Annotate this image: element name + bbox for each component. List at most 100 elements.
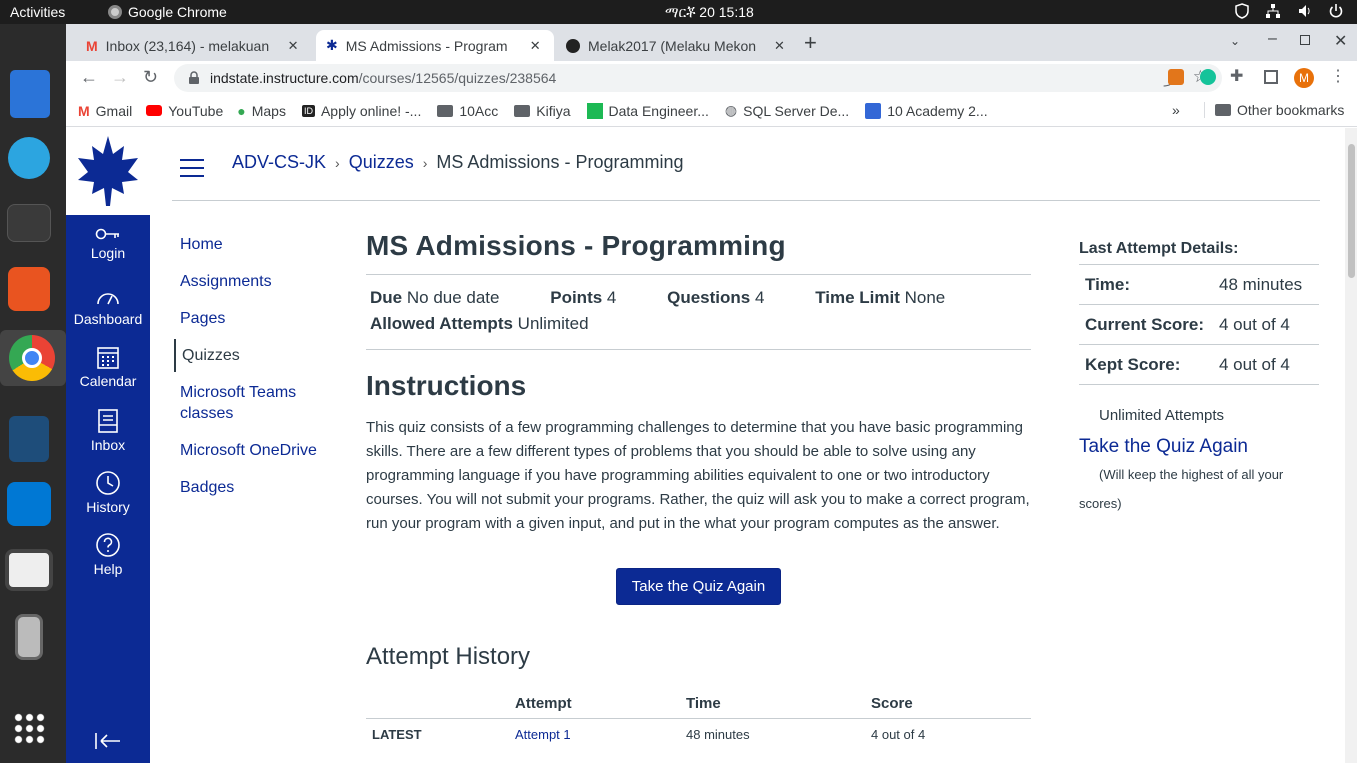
address-bar[interactable]: indstate.instructure.com/courses/12565/q… (174, 64, 1222, 92)
nav-label: Help (93, 561, 123, 577)
meta-value: None (904, 288, 946, 307)
nav-login[interactable]: Login (66, 226, 150, 261)
close-tab-icon[interactable]: ✕ (288, 38, 299, 54)
docs-app-icon[interactable] (10, 70, 50, 118)
extensions-icon[interactable]: ✚ (1230, 66, 1243, 86)
key-icon (95, 228, 119, 240)
course-nav-assignments[interactable]: Assignments (174, 265, 344, 298)
back-icon[interactable]: ← (80, 67, 98, 88)
breadcrumb-quizzes[interactable]: Quizzes (349, 152, 414, 173)
take-quiz-again-link[interactable]: Take the Quiz Again (1079, 436, 1319, 458)
bird-app-icon[interactable] (9, 416, 49, 462)
course-nav-pages[interactable]: Pages (174, 302, 344, 335)
tab-github[interactable]: Melak2017 (Melaku Mekon ✕ (556, 30, 795, 61)
collapse-nav-icon[interactable] (93, 731, 123, 751)
close-tab-icon[interactable]: ✕ (530, 38, 541, 54)
chrome-menu-icon[interactable]: ⋮ (1330, 66, 1346, 86)
bookmark-gmail[interactable]: M Gmail (78, 103, 132, 119)
nav-help[interactable]: Help (66, 532, 150, 577)
minimize-icon[interactable]: – (1268, 30, 1277, 48)
bookmark-data-engineer[interactable]: Data Engineer... (586, 102, 709, 119)
grammarly-icon[interactable] (1200, 69, 1216, 85)
course-nav-onedrive[interactable]: Microsoft OneDrive (174, 434, 344, 467)
calendar-icon (97, 347, 119, 369)
nav-calendar[interactable]: Calendar (66, 344, 150, 389)
side-panel-icon[interactable] (1264, 70, 1278, 84)
meta-label: Allowed Attempts (370, 314, 513, 333)
gmail-icon: M (78, 102, 90, 119)
attempt-link[interactable]: Attempt 1 (515, 719, 686, 742)
bookmarks-overflow-icon[interactable]: » (1172, 102, 1180, 118)
course-nav-quizzes[interactable]: Quizzes (174, 339, 344, 372)
dataengineer-icon (586, 102, 603, 119)
bookmark-label: YouTube (168, 102, 224, 119)
bookmark-youtube[interactable]: YouTube (146, 103, 223, 119)
clock-icon (96, 471, 120, 495)
system-tray[interactable] (1235, 3, 1343, 19)
other-bookmarks[interactable]: Other bookmarks (1204, 102, 1344, 118)
show-apps-icon[interactable] (13, 712, 45, 744)
nav-dashboard[interactable]: Dashboard (66, 286, 150, 327)
take-quiz-again-button[interactable]: Take the Quiz Again (615, 568, 782, 605)
page-scrollbar[interactable] (1345, 128, 1357, 763)
dashboard-icon (97, 293, 119, 305)
nav-history[interactable]: History (66, 470, 150, 515)
lock-icon (189, 71, 199, 84)
terminal-icon[interactable] (7, 204, 51, 242)
nav-inbox[interactable]: Inbox (66, 408, 150, 453)
dock (0, 24, 66, 763)
nav-label: Calendar (79, 373, 137, 389)
row-key: Current Score: (1085, 314, 1205, 334)
breadcrumb-course[interactable]: ADV-CS-JK (232, 152, 326, 173)
camera-icon[interactable] (5, 549, 53, 591)
inbox-icon (98, 409, 118, 433)
bookmark-maps[interactable]: ● Maps (237, 103, 286, 119)
metamask-icon[interactable] (1168, 69, 1184, 85)
globe-icon: ◍ (724, 102, 738, 118)
activities-button[interactable]: Activities (10, 4, 65, 20)
sidebar-row-kept-score: Kept Score: 4 out of 4 (1079, 345, 1319, 385)
course-navigation: Home Assignments Pages Quizzes Microsoft… (174, 228, 344, 504)
meta-label: Time Limit (815, 288, 900, 307)
scrollbar-thumb[interactable] (1348, 144, 1355, 278)
bookmark-10acc[interactable]: 10Acc (437, 103, 498, 119)
maps-pin-icon: ● (237, 102, 246, 119)
app-menu[interactable]: Google Chrome (108, 4, 227, 20)
profile-avatar[interactable]: M (1294, 68, 1314, 88)
phone-app-icon[interactable] (15, 614, 43, 660)
os-top-bar: Activities Google Chrome ማርቾ 20 15:18 (0, 0, 1357, 24)
hamburger-menu-icon[interactable] (179, 158, 205, 178)
column-header: Attempt (515, 689, 686, 719)
quiz-title: MS Admissions - Programming (366, 230, 786, 261)
vscode-icon[interactable] (7, 482, 51, 526)
forward-icon[interactable]: → (111, 67, 129, 88)
attempt-history-table: Attempt Time Score LATEST Attempt 1 48 m… (366, 689, 1031, 742)
meta-value: Unlimited (517, 314, 589, 333)
global-navigation: Login Dashboard Calendar Inbox History H… (66, 128, 150, 763)
app-center-icon[interactable] (8, 267, 50, 311)
bookmark-10academy[interactable]: 10 Academy 2... (865, 102, 988, 119)
clock[interactable]: ማርቾ 20 15:18 (665, 4, 754, 21)
attempt-status: LATEST (372, 727, 422, 742)
restore-icon[interactable] (1300, 35, 1310, 45)
university-logo[interactable] (66, 128, 150, 215)
tab-ms-admissions[interactable]: ✱ MS Admissions - Program ✕ (316, 30, 554, 61)
bookmark-apply[interactable]: ID Apply online! -... (301, 103, 421, 119)
breadcrumb-current: MS Admissions - Programming (436, 152, 684, 172)
bookmark-kifiya[interactable]: Kifiya (514, 103, 571, 119)
telegram-icon[interactable] (8, 137, 50, 179)
tab-title: Melak2017 (Melaku Mekon (588, 37, 757, 54)
tab-search-icon[interactable]: ⌄ (1230, 34, 1240, 48)
close-tab-icon[interactable]: ✕ (774, 38, 785, 54)
tab-gmail[interactable]: M Inbox (23,164) - melakuan ✕ (76, 30, 309, 61)
reload-icon[interactable]: ↻ (143, 67, 158, 88)
course-nav-badges[interactable]: Badges (174, 471, 344, 504)
course-nav-teams[interactable]: Microsoft Teams classes (174, 376, 344, 430)
attempt-history-heading: Attempt History (366, 643, 531, 670)
url-host: indstate.instructure.com (210, 70, 359, 86)
new-tab-icon[interactable]: + (804, 30, 817, 56)
bookmark-sql-server[interactable]: ◍ SQL Server De... (725, 102, 849, 119)
course-nav-home[interactable]: Home (174, 228, 344, 261)
close-window-icon[interactable]: ✕ (1334, 31, 1347, 51)
column-header (366, 689, 515, 719)
